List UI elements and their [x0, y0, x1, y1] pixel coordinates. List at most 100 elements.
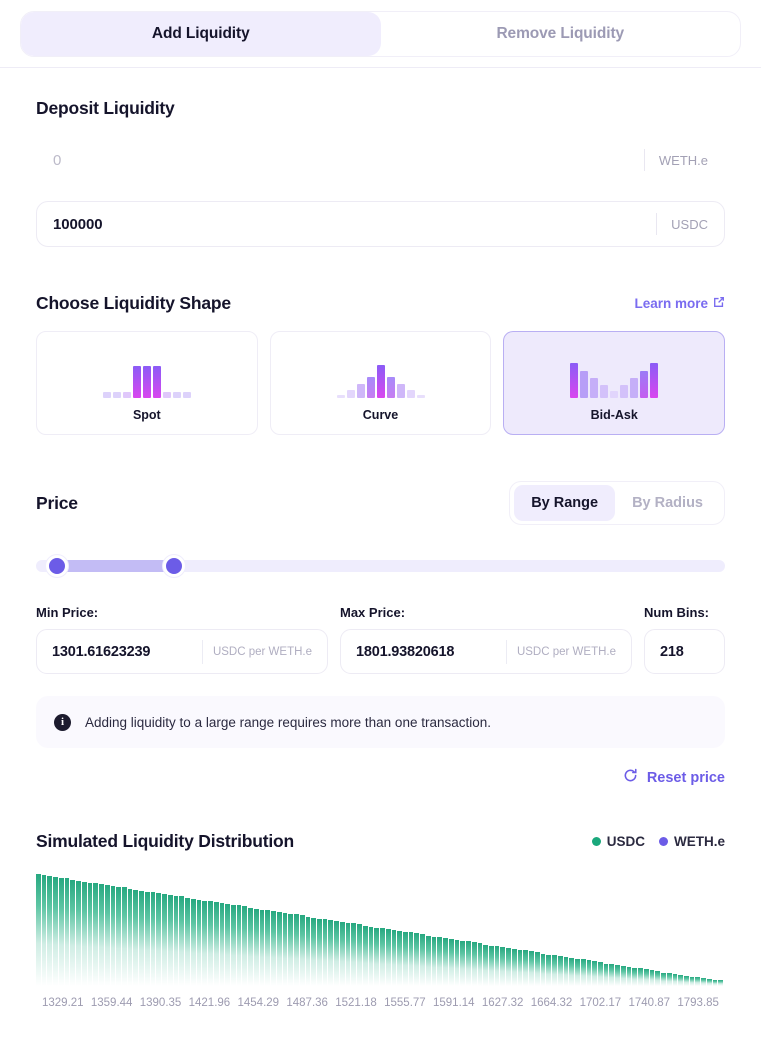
chart-bar — [162, 894, 167, 986]
weth-token-label: WETH.e — [658, 152, 708, 168]
reset-price-button[interactable]: Reset price — [623, 768, 725, 787]
min-price-unit: USDC per WETH.e — [212, 645, 312, 658]
chart-legend: USDC WETH.e — [591, 834, 725, 849]
shape-option-bid-ask[interactable]: Bid-Ask — [503, 331, 726, 435]
price-mode-by-radius[interactable]: By Radius — [615, 485, 720, 521]
shape-option-curve[interactable]: Curve — [269, 331, 492, 435]
shape-option-bid-ask-label: Bid-Ask — [590, 408, 638, 422]
chart-bar — [661, 972, 666, 986]
tab-bar: Add Liquidity Remove Liquidity — [0, 0, 761, 68]
bid-ask-shape-icon — [570, 350, 659, 398]
chart-bar — [706, 979, 712, 986]
chart-bar — [351, 923, 357, 986]
chart-bar — [586, 960, 592, 986]
chart-bar — [552, 954, 557, 986]
reset-price-label: Reset price — [646, 769, 725, 786]
chart-bar — [649, 970, 655, 986]
x-axis-tick-label: 1454.29 — [237, 997, 280, 1009]
legend-dot-usdc — [591, 837, 601, 846]
max-price-input[interactable]: 1801.93820618 — [356, 644, 506, 660]
chart-bar — [133, 889, 139, 986]
x-axis-tick-label: 1793.85 — [677, 997, 719, 1009]
chart-bar — [546, 954, 552, 986]
slider-handle-max[interactable] — [163, 555, 186, 577]
chart-bar — [511, 949, 517, 986]
x-axis-tick-label: 1740.87 — [628, 997, 671, 1009]
chart-bar — [185, 897, 190, 986]
chart-bar — [603, 963, 609, 986]
chart-bar — [64, 878, 70, 986]
deposit-input-row-weth[interactable]: 0 WETH.e — [36, 137, 725, 183]
num-bins-group: Num Bins: 218 — [644, 605, 725, 674]
chart-bar — [385, 928, 391, 986]
chart-bar — [47, 876, 53, 986]
chart-bar — [93, 882, 99, 986]
curve-shape-icon — [336, 350, 425, 398]
chart-bar — [403, 932, 408, 986]
chart-bar — [500, 946, 506, 986]
chart-bar — [494, 945, 500, 986]
chart-bars — [36, 874, 725, 986]
min-price-input[interactable]: 1301.61623239 — [52, 644, 202, 660]
chart-bar — [592, 961, 597, 986]
chart-bar — [483, 944, 489, 986]
chart-bar — [443, 937, 448, 986]
chart-bar — [190, 898, 196, 986]
num-bins-field[interactable]: 218 — [644, 629, 725, 674]
chart-bar — [122, 887, 127, 986]
chart-bar — [683, 975, 689, 986]
input-divider — [656, 213, 658, 235]
slider-handle-min[interactable] — [46, 555, 69, 577]
legend-dot-wethe — [658, 837, 668, 846]
x-axis-tick-label: 1555.77 — [384, 997, 426, 1009]
usdc-amount-input[interactable]: 100000 — [53, 216, 656, 233]
chart-bar — [489, 945, 494, 986]
chart-bar — [282, 913, 288, 986]
field-divider — [505, 639, 507, 664]
weth-amount-input[interactable]: 0 — [53, 152, 644, 169]
price-range-slider[interactable] — [36, 555, 725, 577]
chart-bar — [391, 930, 397, 986]
x-axis-tick-label: 1390.35 — [139, 997, 182, 1009]
add-liquidity-panel: Add Liquidity Remove Liquidity Deposit L… — [0, 0, 761, 1050]
chart-bar — [638, 968, 643, 986]
chart-bar — [110, 886, 116, 986]
legend-item-wethe: WETH.e — [658, 834, 725, 849]
chart-bar — [425, 935, 431, 986]
tab-remove-liquidity[interactable]: Remove Liquidity — [381, 12, 741, 56]
learn-more-label: Learn more — [634, 296, 708, 311]
chart-bar — [328, 919, 334, 986]
legend-item-usdc: USDC — [591, 834, 645, 849]
tab-add-liquidity[interactable]: Add Liquidity — [21, 11, 381, 56]
max-price-field[interactable]: 1801.93820618 USDC per WETH.e — [340, 629, 632, 674]
chart-bar — [615, 964, 620, 986]
chart-bar — [87, 882, 93, 986]
deposit-input-row-usdc[interactable]: 100000 USDC — [36, 201, 725, 247]
price-mode-by-range[interactable]: By Range — [514, 485, 616, 521]
chart-bar — [362, 925, 368, 986]
learn-more-link[interactable]: Learn more — [634, 296, 725, 311]
chart-bar — [81, 881, 87, 986]
shape-option-curve-label: Curve — [362, 408, 399, 422]
chart-bar — [127, 888, 133, 986]
chart-bar — [276, 912, 282, 986]
chart-bar — [322, 918, 328, 986]
num-bins-label: Num Bins: — [644, 605, 709, 620]
min-price-field[interactable]: 1301.61623239 USDC per WETH.e — [36, 629, 328, 674]
shape-option-spot[interactable]: Spot — [36, 331, 258, 435]
chart-bar — [632, 968, 638, 986]
chart-bar — [414, 933, 420, 986]
chart-bar — [345, 923, 351, 986]
shape-option-spot-label: Spot — [132, 408, 161, 422]
chart-bar — [563, 956, 569, 986]
chart-bar — [76, 880, 81, 986]
legend-label-wethe: WETH.e — [673, 834, 725, 849]
chart-bar — [517, 950, 523, 986]
chart-bar — [672, 973, 678, 986]
chart-bar — [357, 924, 362, 986]
num-bins-input[interactable]: 218 — [660, 644, 709, 660]
chart-bar — [116, 887, 122, 986]
chart-bar — [460, 941, 466, 986]
slider-fill — [57, 560, 175, 572]
x-axis-tick-label: 1359.44 — [90, 997, 133, 1009]
